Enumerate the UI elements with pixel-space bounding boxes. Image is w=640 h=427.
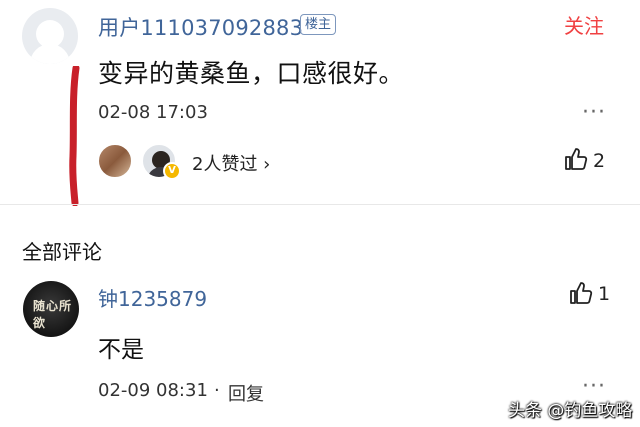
follow-button[interactable]: 关注 (564, 10, 604, 39)
comment-timestamp: 02-09 08:31 (98, 380, 208, 401)
thumbs-up-icon[interactable] (564, 147, 588, 171)
comments-section-title: 全部评论 (22, 240, 102, 264)
post-author-name[interactable]: 用户111037092883 (98, 12, 303, 42)
comment-author-name[interactable]: 钟1235879 (98, 283, 207, 312)
post-timestamp: 02-08 17:03 (98, 102, 208, 123)
post-like-count: 2 (593, 150, 606, 172)
reply-button[interactable]: 回复 (228, 380, 264, 406)
thumbs-up-icon[interactable] (569, 281, 593, 305)
red-annotation-mark (69, 66, 80, 206)
avatar-calligraphy: 随心所欲 (33, 299, 73, 330)
default-avatar-body (30, 44, 70, 64)
liker-avatar[interactable] (97, 143, 133, 179)
section-divider (0, 204, 640, 205)
comment-text: 不是 (98, 337, 144, 363)
watermark: 头条 @钓鱼攻略 (508, 401, 633, 421)
comment-author-avatar[interactable]: 随心所欲 (23, 281, 79, 337)
comment-like-count: 1 (598, 283, 611, 305)
post-author-avatar[interactable] (22, 8, 78, 64)
comment-meta-separator: · (214, 380, 220, 401)
op-badge: 楼主 (300, 14, 337, 35)
post-text: 变异的黄桑鱼，口感很好。 (98, 59, 405, 88)
likers-link[interactable]: 2人赞过 › (192, 150, 270, 176)
post-more-icon[interactable]: ··· (582, 100, 606, 125)
verified-icon: V (163, 162, 181, 180)
